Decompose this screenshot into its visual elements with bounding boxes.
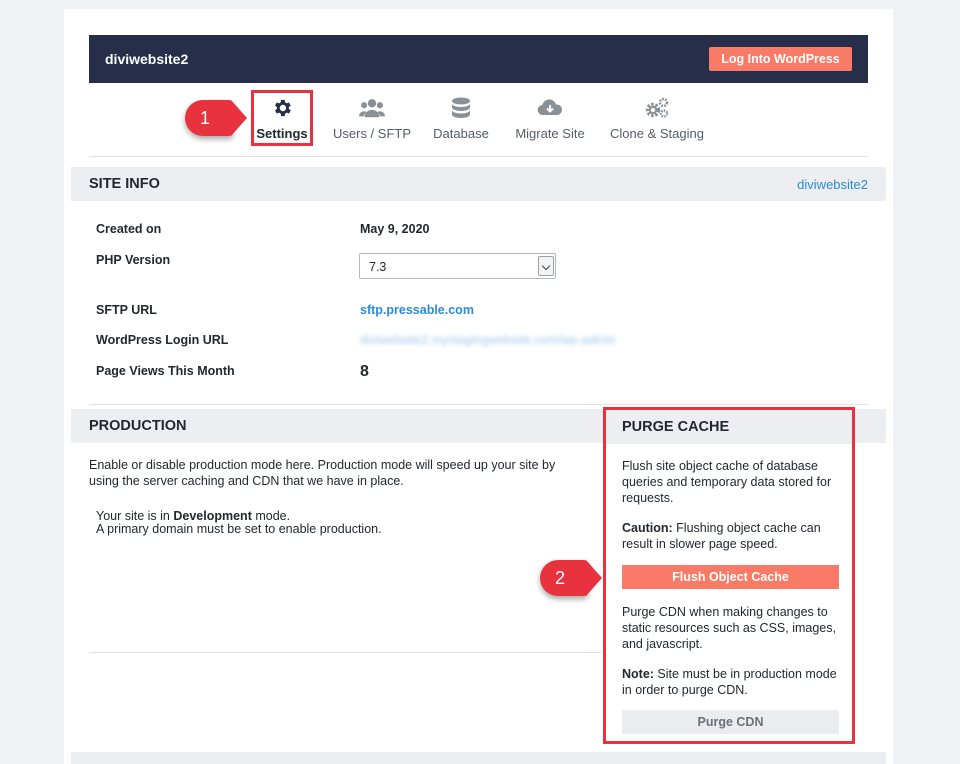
page-views-label: Page Views This Month — [96, 364, 235, 378]
tab-users-sftp[interactable]: Users / SFTP — [333, 92, 411, 146]
production-divider — [89, 652, 601, 653]
sftp-url-label: SFTP URL — [96, 303, 157, 317]
created-on-value: May 9, 2020 — [360, 222, 430, 236]
database-icon — [452, 97, 470, 118]
note-label: Note: — [622, 667, 654, 681]
annotation-badge-2: 2 — [540, 560, 602, 596]
next-section-header — [71, 752, 886, 764]
tab-label: Database — [433, 126, 489, 141]
tab-label: Users / SFTP — [333, 126, 412, 141]
settings-highlight-box — [251, 90, 313, 146]
tabs-divider — [89, 156, 868, 157]
gears-icon — [645, 97, 669, 118]
production-title: PRODUCTION — [89, 418, 187, 434]
tab-label: Migrate Site — [515, 126, 585, 141]
purge-cache-header: PURGE CACHE — [606, 410, 852, 444]
purge-cache-title: PURGE CACHE — [622, 419, 730, 435]
php-version-select[interactable]: 7.3 — [359, 253, 556, 279]
cdn-note: Note: Site must be in production mode in… — [622, 666, 840, 698]
tab-migrate-site[interactable]: Migrate Site — [512, 92, 588, 146]
chevron-down-icon — [538, 256, 554, 276]
created-on-label: Created on — [96, 222, 162, 236]
purge-cdn-button[interactable]: Purge CDN — [622, 710, 839, 734]
flush-object-cache-button[interactable]: Flush Object Cache — [622, 565, 839, 589]
wordpress-login-url-label: WordPress Login URL — [96, 333, 229, 347]
wordpress-login-url-value[interactable]: diviwebsite2.mystagingwebsite.com/wp-adm… — [360, 333, 616, 347]
flush-caution: Caution: Flushing object cache can resul… — [622, 520, 840, 552]
note-text: Site must be in production mode in order… — [622, 667, 837, 697]
status-mode: Development — [173, 509, 252, 523]
site-info-divider — [89, 404, 868, 405]
site-info-header: SITE INFO diviwebsite2 — [71, 167, 886, 201]
status-suffix: mode. — [251, 509, 291, 523]
purge-cache-panel: PURGE CACHE Flush site object cache of d… — [603, 407, 855, 744]
php-version-value: 7.3 — [369, 260, 387, 274]
site-info-title: SITE INFO — [89, 176, 160, 192]
users-icon — [359, 99, 385, 118]
tab-label: Clone & Staging — [610, 126, 704, 141]
log-into-wordpress-button[interactable]: Log Into WordPress — [709, 47, 852, 71]
settings-tabs: Settings Users / SFTP Database Migrate S… — [0, 92, 960, 148]
caution-label: Caution: — [622, 521, 673, 535]
production-description: Enable or disable production mode here. … — [89, 458, 556, 488]
production-note: A primary domain must be set to enable p… — [96, 522, 382, 536]
site-info-link[interactable]: diviwebsite2 — [797, 177, 868, 192]
tab-database[interactable]: Database — [430, 92, 492, 146]
cdn-description: Purge CDN when making changes to static … — [622, 605, 836, 651]
production-status: Your site is in Development mode. A prim… — [96, 510, 556, 536]
flush-description: Flush site object cache of database quer… — [622, 459, 832, 505]
site-title: diviwebsite2 — [105, 51, 189, 67]
page-views-value: 8 — [360, 363, 369, 380]
annotation-badge-1: 1 — [185, 100, 247, 136]
php-version-label: PHP Version — [96, 253, 171, 267]
sftp-url-value[interactable]: sftp.pressable.com — [360, 303, 474, 317]
tab-clone-staging[interactable]: Clone & Staging — [608, 92, 706, 146]
status-prefix: Your site is in — [96, 509, 174, 523]
cloud-download-icon — [537, 99, 563, 116]
site-header-bar: diviwebsite2 Log Into WordPress — [89, 35, 868, 83]
